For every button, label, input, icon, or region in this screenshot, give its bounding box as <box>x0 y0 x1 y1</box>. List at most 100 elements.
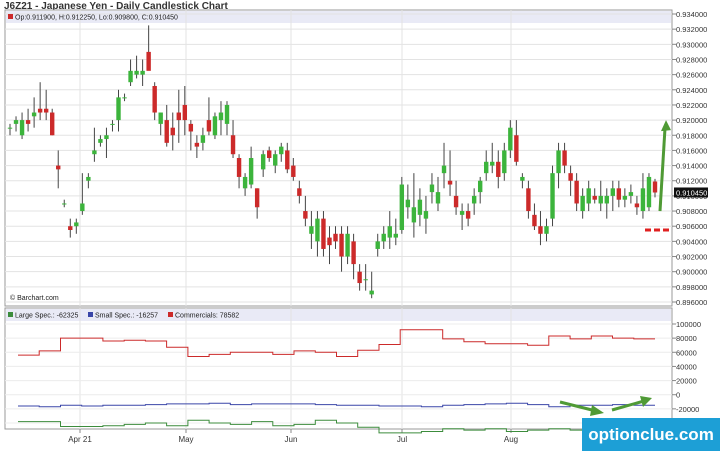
price-tick-label: 0.918000 <box>676 131 707 140</box>
candle-body <box>417 199 423 215</box>
price-tick-label: 0.908000 <box>676 207 707 216</box>
candle-body <box>56 165 61 170</box>
candle-body <box>526 188 531 212</box>
candle-body <box>236 158 242 177</box>
cot-legend-label: Small Spec.: -16257 <box>95 313 158 320</box>
price-tick-label: 0.930000 <box>676 40 707 49</box>
candle-body <box>19 120 25 136</box>
candle-body <box>646 176 652 208</box>
watermark: optionclue.com <box>582 418 720 451</box>
candle-body <box>182 104 188 121</box>
price-tick-label: 0.912000 <box>676 177 707 186</box>
candle-body <box>574 180 579 204</box>
cot-tick-label: 40000 <box>676 362 697 371</box>
candle-body <box>315 218 320 242</box>
candle-body <box>375 241 380 249</box>
last-price-label: 0.910450 <box>676 188 707 197</box>
candle-body <box>652 181 658 193</box>
candle-body <box>170 127 175 136</box>
x-tick-label: May <box>178 435 193 444</box>
candle-body <box>74 222 79 227</box>
price-tick-label: 0.902000 <box>676 253 707 262</box>
candle-body <box>31 112 37 117</box>
candle-body <box>224 104 230 124</box>
candle-body <box>640 188 646 212</box>
candle-body <box>441 165 447 174</box>
candle-body <box>49 112 55 136</box>
candle-body <box>297 188 302 196</box>
candle-body <box>634 203 640 208</box>
candle-body <box>158 112 163 124</box>
candle-body <box>532 214 537 227</box>
candle-body <box>188 123 194 132</box>
candle-body <box>7 127 13 129</box>
candle-body <box>508 127 513 151</box>
cot-tick-label: -20000 <box>676 405 699 414</box>
candle-body <box>13 120 19 124</box>
cot-legend-swatch <box>8 312 13 317</box>
price-tick-label: 0.924000 <box>676 86 707 95</box>
candle-body <box>321 218 326 249</box>
candle-body <box>122 97 127 99</box>
candle-body <box>92 150 97 155</box>
x-tick-label: Jul <box>397 435 407 444</box>
candle-body <box>176 112 181 121</box>
candle-body <box>327 237 332 246</box>
candle-body <box>538 226 543 234</box>
cot-tick-label: 80000 <box>676 334 697 343</box>
candle-body <box>357 271 362 284</box>
candle-body <box>616 188 622 200</box>
price-tick-label: 0.928000 <box>676 55 707 64</box>
candle-body <box>152 86 157 113</box>
price-tick-label: 0.914000 <box>676 162 707 171</box>
candle-body <box>104 135 109 140</box>
candle-body <box>200 135 206 143</box>
candle-body <box>556 150 561 174</box>
candle-body <box>604 195 609 204</box>
candle-body <box>369 290 374 295</box>
candle-body <box>496 161 501 177</box>
candle-body <box>267 150 272 158</box>
candle-body <box>363 279 368 281</box>
candle-body <box>279 146 284 155</box>
candle-body <box>453 195 459 208</box>
cot-legend-swatch <box>88 312 93 317</box>
candle-body <box>116 97 121 121</box>
price-tick-label: 0.916000 <box>676 146 707 155</box>
candle-body <box>435 192 441 204</box>
candle-body <box>110 123 115 125</box>
candle-body <box>544 226 549 234</box>
candle-body <box>212 116 218 136</box>
candle-body <box>164 120 169 143</box>
chart-frame: J6Z21 - Japanese Yen - Daily Candlestick… <box>0 0 720 451</box>
price-tick-label: 0.896000 <box>676 298 707 307</box>
candle-body <box>86 176 91 181</box>
cot-tick-label: 0 <box>676 391 680 400</box>
candle-body <box>622 195 628 200</box>
price-tick-label: 0.900000 <box>676 268 707 277</box>
candle-body <box>333 233 338 242</box>
candle-body <box>592 195 597 200</box>
candle-body <box>254 188 260 208</box>
candle-body <box>586 188 591 204</box>
candle-body <box>514 135 519 162</box>
ohlc-legend-swatch <box>8 14 13 19</box>
candle-body <box>550 173 555 219</box>
x-tick-label: Apr 21 <box>68 435 92 444</box>
candle-body <box>471 195 477 204</box>
candle-body <box>37 108 43 113</box>
price-tick-label: 0.932000 <box>676 25 707 34</box>
candle-body <box>43 108 49 113</box>
ohlc-readout: Op:0.911900, H:0.912250, Lo:0.909800, C:… <box>15 15 178 22</box>
candle-body <box>285 150 290 170</box>
candle-body <box>484 161 489 174</box>
candle-body <box>562 150 567 166</box>
chart-svg: 0.934000 0.932000 0.930000 0.928000 0.926000… <box>4 9 708 444</box>
price-tick-label: 0.922000 <box>676 101 707 110</box>
candle-body <box>411 207 417 223</box>
cot-tick-label: 20000 <box>676 377 697 386</box>
candle-body <box>423 211 429 219</box>
candle-body <box>80 203 85 212</box>
candle-body <box>465 211 471 219</box>
x-tick-label: Jun <box>285 435 298 444</box>
